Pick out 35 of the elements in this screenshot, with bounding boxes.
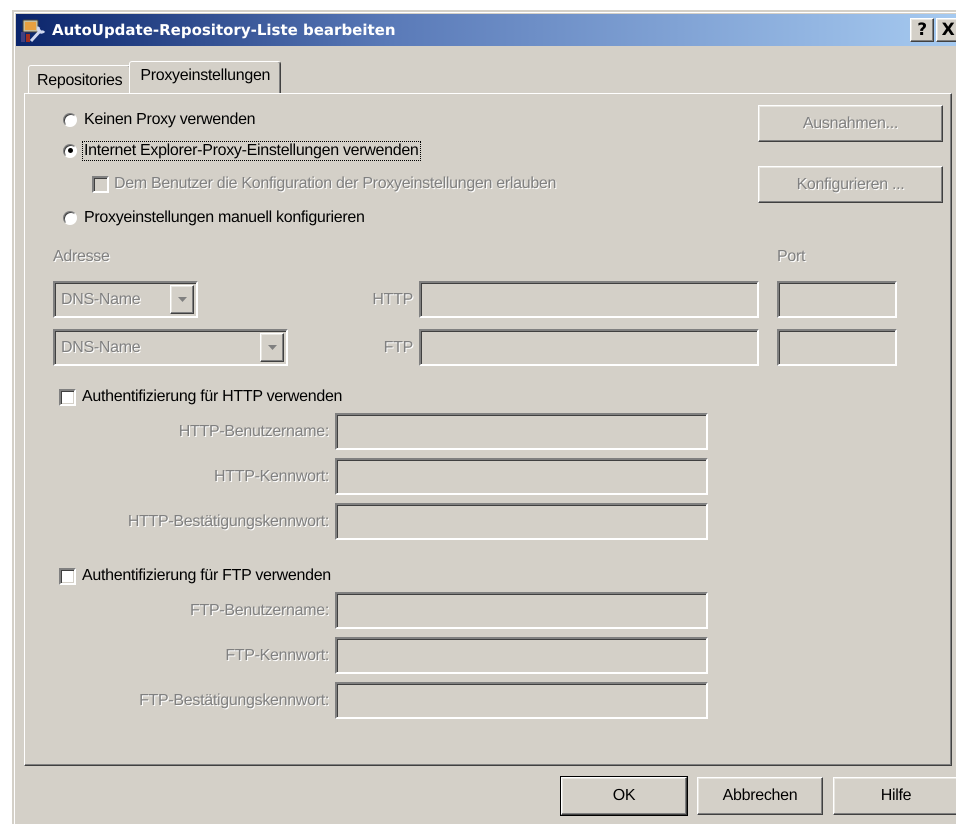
option-label[interactable]: Internet Explorer-Proxy-Einstellungen verwenden (82, 140, 421, 160)
radio-button[interactable] (63, 112, 77, 126)
option-label[interactable]: Keinen Proxy verwenden (82, 110, 258, 130)
caret-icon (268, 345, 276, 350)
port-label: Port (777, 248, 806, 267)
checkbox-label[interactable]: Authentifizierung für HTTP verwenden (82, 388, 342, 406)
field-label: FTP-Kennwort: (224, 646, 329, 664)
dialog-button[interactable]: Abbrechen (697, 777, 823, 815)
title-bar-button[interactable]: ? (910, 18, 934, 42)
checkbox[interactable] (59, 388, 76, 406)
field-label: HTTP-Bestätigungskennwort: (126, 512, 329, 530)
computer-wrench-icon (20, 17, 46, 43)
field-label: HTTP-Kennwort: (213, 468, 329, 486)
field-label: FTP-Bestätigungskennwort: (138, 692, 329, 710)
title-bar-button[interactable]: X (936, 18, 956, 42)
radio-button[interactable] (63, 144, 77, 158)
address-label: Adresse (53, 248, 111, 267)
protocol-label: HTTP (371, 290, 414, 308)
port-field[interactable] (777, 281, 897, 318)
dialog-button[interactable]: OK (561, 777, 687, 815)
radio-button[interactable] (63, 210, 77, 224)
port-field[interactable] (777, 329, 897, 366)
option-label[interactable]: Proxyeinstellungen manuell konfigurieren (82, 208, 367, 228)
field-label: FTP-Benutzername: (189, 602, 329, 620)
caret-icon (178, 297, 186, 302)
dialog-button[interactable]: Hilfe (833, 777, 956, 815)
window-title: AutoUpdate-Repository-Liste bearbeiten (52, 21, 397, 39)
tab[interactable]: Repositories (28, 65, 132, 93)
checkbox[interactable] (59, 568, 76, 584)
field-label: HTTP-Benutzername: (178, 422, 329, 440)
host-field[interactable] (419, 329, 759, 366)
tab[interactable]: Proxyeinstellungen (129, 61, 282, 93)
checkbox-label[interactable]: Authentifizierung für FTP verwenden (82, 567, 331, 585)
host-field[interactable] (419, 281, 759, 318)
protocol-label: FTP (382, 338, 414, 356)
